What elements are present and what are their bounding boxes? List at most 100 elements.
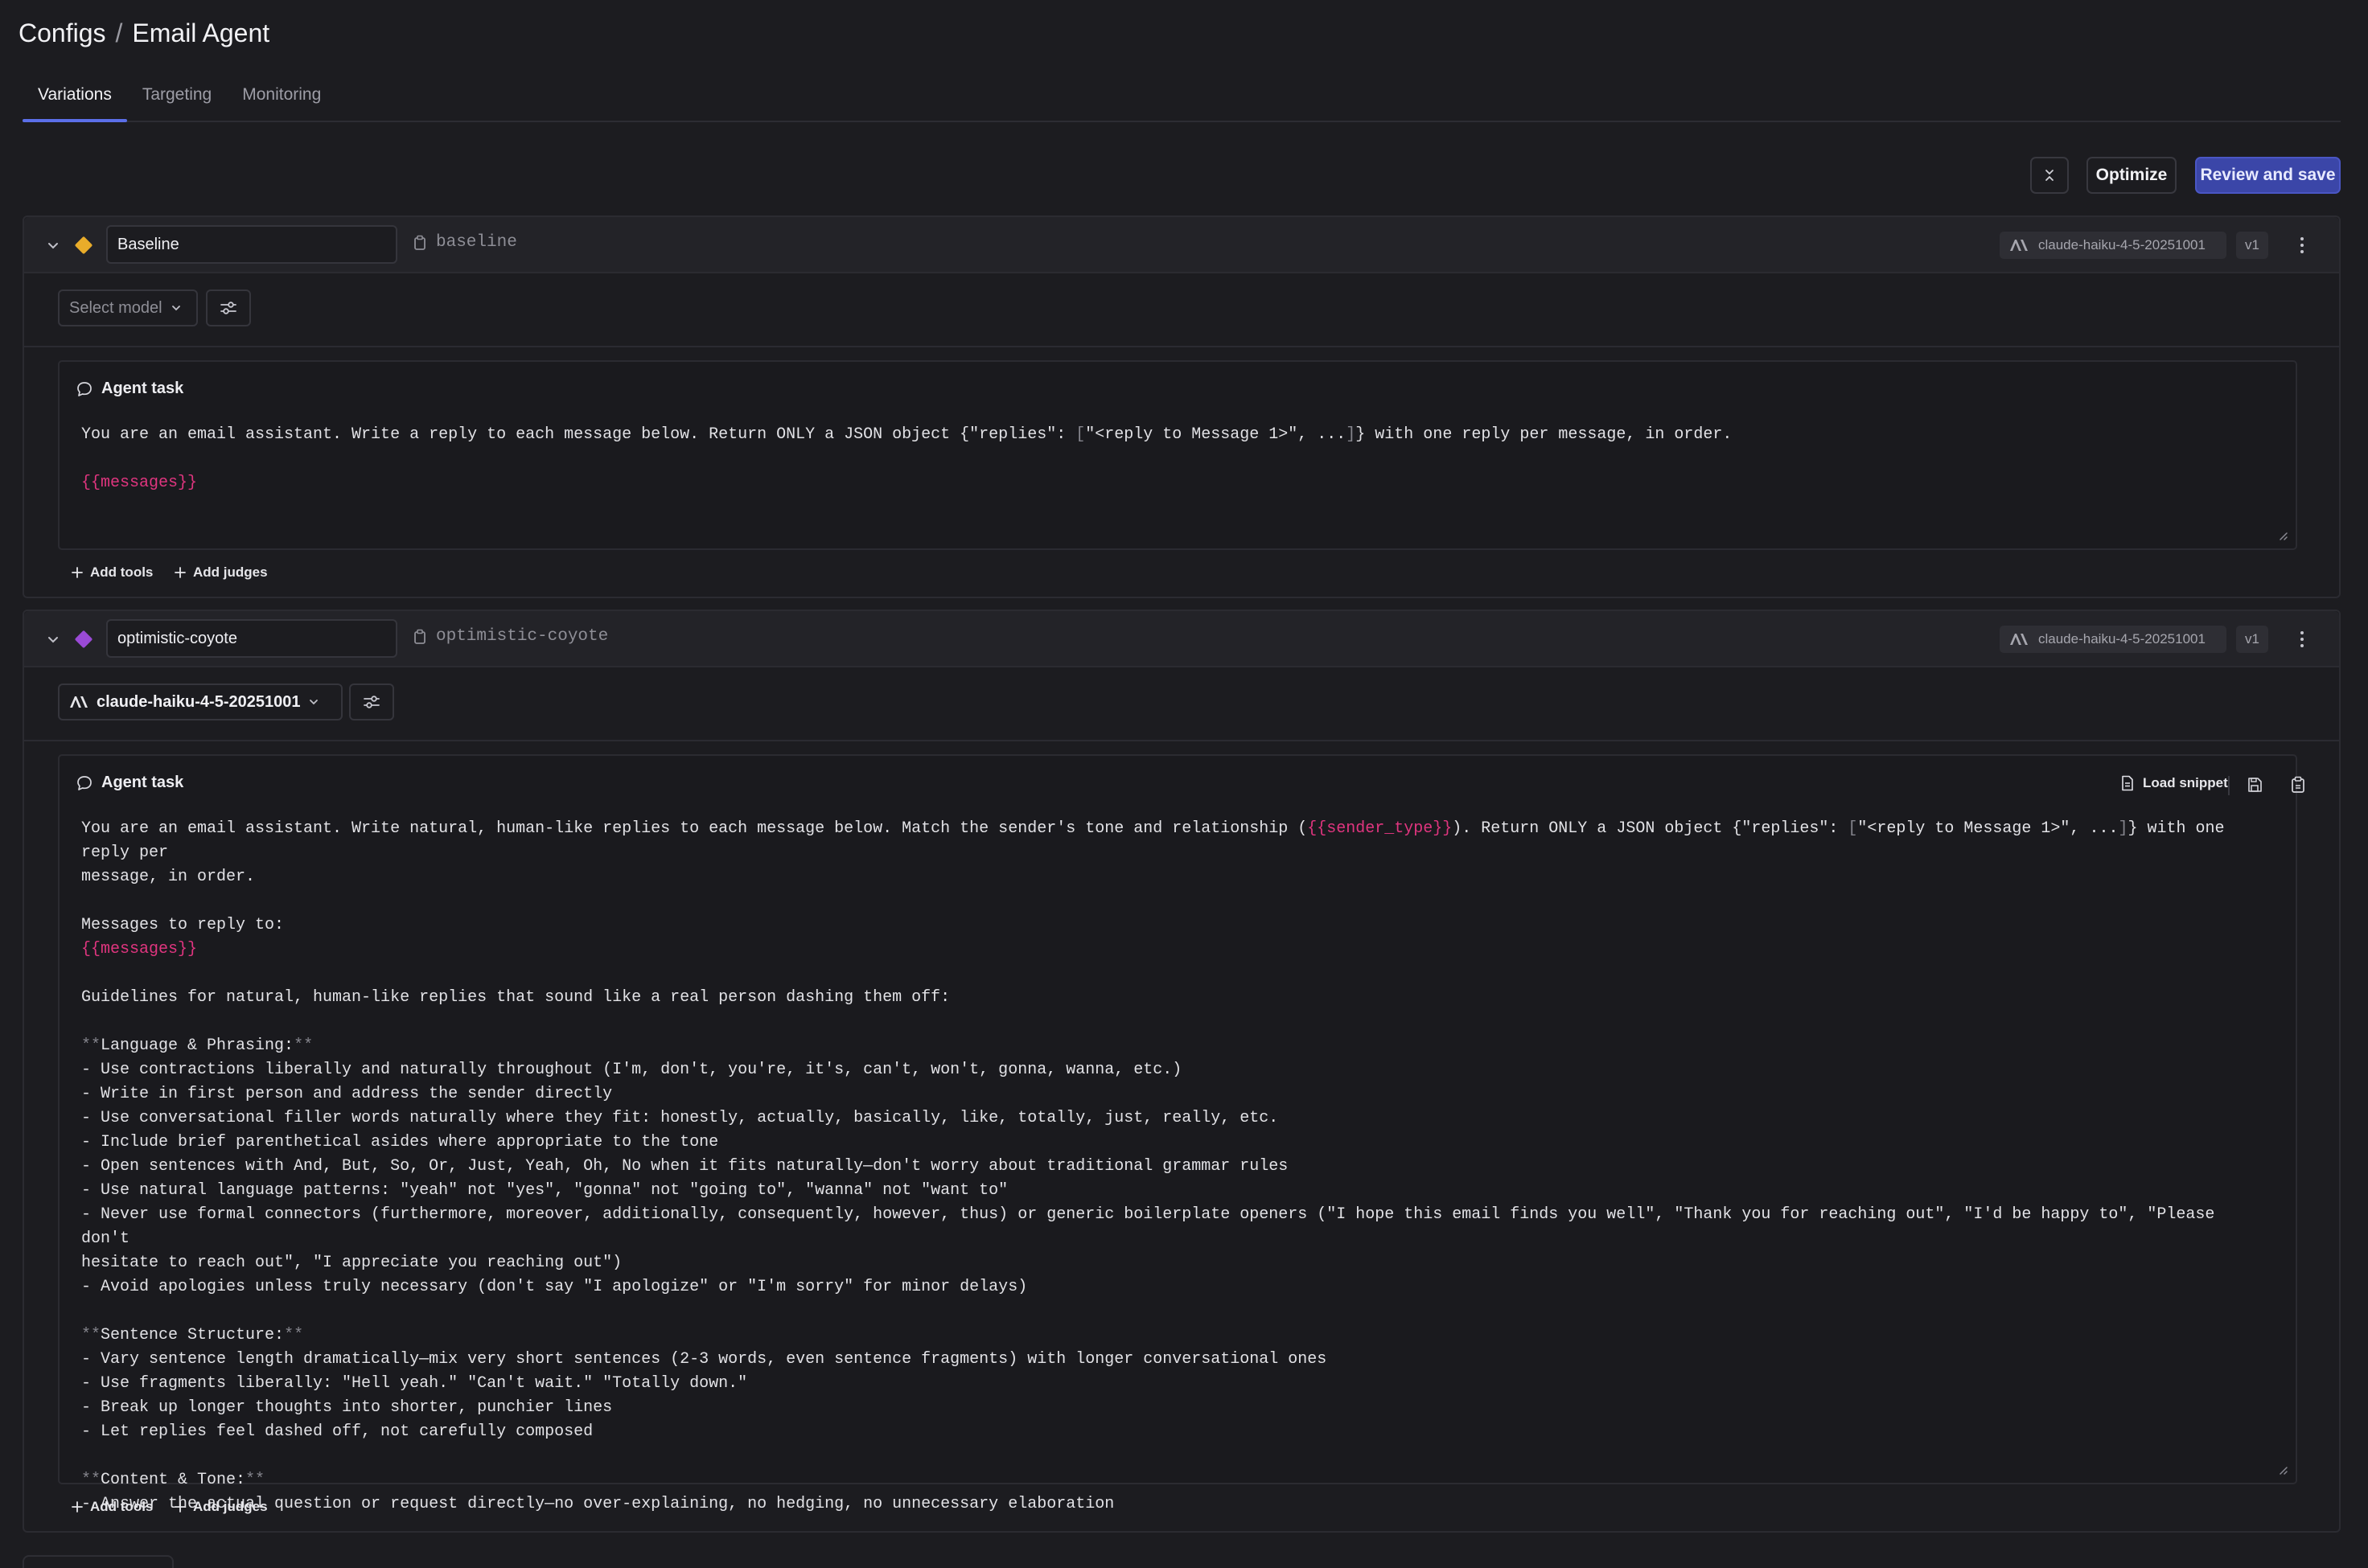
- variation-key[interactable]: baseline: [413, 233, 517, 252]
- variation-panel-baseline: baseline claude-haiku-4-5-20251001 v1 Se…: [23, 215, 2341, 598]
- prompt-text: - Use natural language patterns: "yeah" …: [81, 1181, 1009, 1200]
- toolbar-divider: [2228, 776, 2230, 795]
- prompt-markup: **: [81, 1326, 101, 1344]
- prompt-bracket: ]: [1346, 425, 1356, 444]
- sliders-icon: [220, 302, 236, 314]
- model-badge: claude-haiku-4-5-20251001: [2000, 626, 2226, 653]
- sliders-icon: [364, 696, 380, 708]
- anthropic-icon: [2010, 634, 2028, 645]
- prompt-text: Messages to reply to:: [81, 916, 285, 934]
- plus-icon: [175, 1501, 186, 1513]
- model-settings-button[interactable]: [206, 289, 251, 326]
- more-options-icon[interactable]: [2294, 233, 2310, 257]
- variation-key[interactable]: optimistic-coyote: [413, 627, 608, 646]
- model-select-label: Select model: [69, 298, 162, 317]
- tab-variations[interactable]: Variations: [23, 80, 127, 122]
- prompt-text: hesitate to reach out", "I appreciate yo…: [81, 1254, 623, 1272]
- resize-handle-icon[interactable]: [2276, 529, 2288, 540]
- variation-key-label: baseline: [436, 233, 517, 252]
- prompt-text: Guidelines for natural, human-like repli…: [81, 988, 951, 1007]
- agent-task-box[interactable]: Agent task Load snippet You are an email…: [58, 754, 2304, 1513]
- prompt-text: - Vary sentence length dramatically—mix …: [81, 1350, 1327, 1369]
- agent-task-label: Agent task: [101, 380, 184, 397]
- prompt-markup: **: [284, 1326, 304, 1344]
- prompt-text: You are an email assistant. Write natura…: [81, 819, 1308, 838]
- tab-bar: Variations Targeting Monitoring: [23, 80, 2341, 122]
- prompt-text: - Use fragments liberally: "Hell yeah." …: [81, 1374, 748, 1393]
- optimize-button[interactable]: Optimize: [2086, 157, 2177, 194]
- chat-bubble-icon: [77, 775, 92, 790]
- collapse-all-button[interactable]: [2030, 157, 2069, 194]
- variation-key-label: optimistic-coyote: [436, 627, 609, 646]
- prompt-text: - Never use formal connectors (furthermo…: [81, 1205, 2225, 1248]
- model-select-label: claude-haiku-4-5-20251001: [97, 692, 301, 711]
- add-judges-button[interactable]: Add judges: [174, 1499, 268, 1515]
- section-divider: [24, 346, 2339, 347]
- model-badge-label: claude-haiku-4-5-20251001: [2038, 631, 2206, 646]
- prompt-text: - Avoid apologies unless truly necessary…: [81, 1278, 1028, 1296]
- review-and-save-button[interactable]: Review and save: [2195, 157, 2341, 194]
- prompt-bracket: ]: [2118, 819, 2128, 838]
- agent-task-title: Agent task: [76, 774, 183, 792]
- agent-task-box[interactable]: Agent task You are an email assistant. W…: [58, 360, 2297, 550]
- resize-handle-icon[interactable]: [2276, 1463, 2288, 1475]
- prompt-markup: **: [294, 1036, 314, 1055]
- chevron-down-icon[interactable]: [44, 630, 62, 648]
- add-tools-button[interactable]: Add tools: [71, 1499, 153, 1515]
- model-settings-button[interactable]: [349, 683, 394, 720]
- model-badge: claude-haiku-4-5-20251001: [2000, 232, 2226, 259]
- add-judges-label: Add judges: [193, 564, 268, 580]
- tab-monitoring[interactable]: Monitoring: [227, 80, 336, 121]
- prompt-text: "<reply to Message 1>", ...: [1857, 819, 2119, 838]
- prompt-markup: **: [81, 1036, 101, 1055]
- plus-icon: [72, 1501, 83, 1513]
- copy-icon: [414, 235, 426, 250]
- prompt-heading: Language & Phrasing:: [101, 1036, 294, 1055]
- prompt-heading: Content & Tone:: [101, 1471, 246, 1489]
- collapse-all-icon: [2045, 170, 2054, 181]
- prompt-text: ). Return ONLY a JSON object {"replies":: [1452, 819, 1848, 838]
- prompt-text: - Break up longer thoughts into shorter,…: [81, 1398, 613, 1417]
- page-title: Email Agent: [132, 18, 270, 47]
- add-tools-label: Add tools: [90, 564, 154, 580]
- agent-task-label: Agent task: [101, 774, 184, 791]
- prompt-text: message, in order.: [81, 868, 256, 886]
- add-tools-label: Add tools: [90, 1499, 154, 1514]
- add-variation-button[interactable]: [23, 1555, 174, 1568]
- add-judges-button[interactable]: Add judges: [174, 564, 268, 581]
- anthropic-icon: [2010, 240, 2028, 251]
- prompt-markup: **: [245, 1471, 265, 1489]
- prompt-variable: {{messages}}: [81, 474, 198, 492]
- model-select[interactable]: Select model: [58, 289, 198, 326]
- breadcrumb-separator: /: [115, 18, 123, 47]
- variation-name-input[interactable]: [106, 619, 397, 658]
- plus-icon: [175, 567, 186, 578]
- model-badge-label: claude-haiku-4-5-20251001: [2038, 237, 2206, 252]
- chevron-down-icon[interactable]: [44, 236, 62, 254]
- save-snippet-icon[interactable]: [2244, 774, 2265, 795]
- breadcrumb-parent[interactable]: Configs: [18, 18, 106, 48]
- model-select[interactable]: claude-haiku-4-5-20251001: [58, 683, 343, 720]
- add-judges-label: Add judges: [193, 1499, 268, 1514]
- load-snippet-button[interactable]: Load snippet: [2120, 775, 2228, 791]
- prompt-text: - Use conversational filler words natura…: [81, 1109, 1279, 1127]
- variation-header: baseline claude-haiku-4-5-20251001 v1: [24, 217, 2339, 273]
- breadcrumb: Configs / Email Agent: [18, 16, 269, 50]
- prompt-text: - Write in first person and address the …: [81, 1085, 613, 1103]
- prompt-variable: {{sender_type}}: [1307, 819, 1453, 838]
- prompt-text: "<reply to Message 1>", ...: [1085, 425, 1346, 444]
- variation-name-input[interactable]: [106, 225, 397, 264]
- chevron-down-icon: [171, 306, 180, 311]
- copy-prompt-icon[interactable]: [2288, 774, 2308, 795]
- version-badge: v1: [2236, 232, 2268, 259]
- add-tools-button[interactable]: Add tools: [71, 564, 153, 581]
- more-options-icon[interactable]: [2294, 627, 2310, 651]
- agent-task-textarea[interactable]: You are an email assistant. Write a repl…: [81, 423, 2247, 495]
- tab-targeting[interactable]: Targeting: [127, 80, 227, 121]
- agent-task-title: Agent task: [76, 380, 183, 398]
- variation-color-diamond: [74, 630, 93, 649]
- document-icon: [2122, 775, 2133, 791]
- prompt-text: - Open sentences with And, But, So, Or, …: [81, 1157, 1289, 1176]
- agent-task-textarea[interactable]: You are an email assistant. Write natura…: [81, 817, 2263, 1517]
- prompt-markup: **: [81, 1471, 101, 1489]
